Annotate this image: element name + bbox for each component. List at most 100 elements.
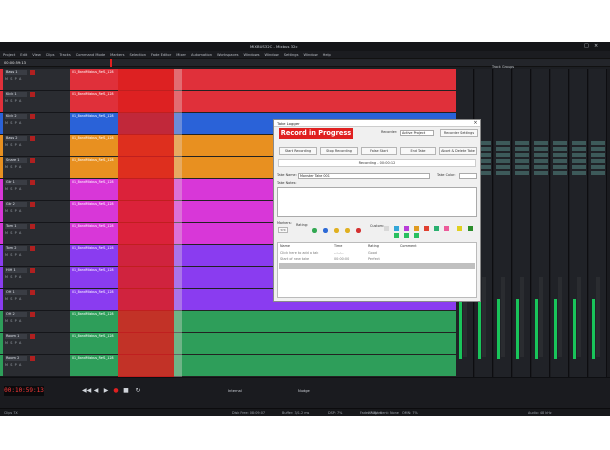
track-name[interactable]: Snare 1 xyxy=(5,158,27,163)
rating-blue-icon[interactable] xyxy=(323,228,328,233)
plugin-slot[interactable] xyxy=(572,171,586,175)
false-start-button[interactable]: False Start xyxy=(361,147,397,155)
track-buttons[interactable]: M S P A xyxy=(5,275,22,279)
mixer-strip[interactable] xyxy=(513,69,531,377)
track-buttons[interactable]: M S P A xyxy=(5,121,22,125)
rating-red-icon[interactable] xyxy=(356,228,361,233)
mixer-strip[interactable] xyxy=(551,69,569,377)
plugin-slot[interactable] xyxy=(496,153,510,157)
stop-icon[interactable]: ■ xyxy=(122,387,130,395)
track-header[interactable]: HiH 1 M S P A xyxy=(0,267,70,289)
plugin-slot[interactable] xyxy=(534,147,548,151)
plugin-slot[interactable] xyxy=(572,165,586,169)
menu-item[interactable]: Project xyxy=(3,51,15,59)
record-arm-button[interactable] xyxy=(30,92,35,97)
plugin-slot[interactable] xyxy=(515,165,529,169)
record-arm-button[interactable] xyxy=(30,180,35,185)
plugin-slot[interactable] xyxy=(534,171,548,175)
timeline-ruler[interactable]: 00:00:59:13 xyxy=(0,59,610,67)
menu-item[interactable]: Tracks xyxy=(59,51,70,59)
plugin-slot[interactable] xyxy=(553,159,567,163)
back-icon[interactable]: ◀ xyxy=(92,387,100,395)
track-name[interactable]: OH 2 xyxy=(5,312,27,317)
track-header[interactable]: Bass 1 M S P A xyxy=(0,69,70,91)
track-buttons[interactable]: M S P A xyxy=(5,165,22,169)
plugin-slot[interactable] xyxy=(553,165,567,169)
track-buttons[interactable]: M S P A xyxy=(5,77,22,81)
track-buttons[interactable]: M S P A xyxy=(5,297,22,301)
track-header[interactable]: Room 2 M S P A xyxy=(0,355,70,377)
track-header[interactable]: Gtr 2 M S P A xyxy=(0,201,70,223)
track-buttons[interactable]: M S P A xyxy=(5,341,22,345)
record-arm-button[interactable] xyxy=(30,70,35,75)
track-name[interactable]: Bass 1 xyxy=(5,70,27,75)
plugin-slot[interactable] xyxy=(496,165,510,169)
plugin-slot[interactable] xyxy=(591,159,605,163)
playhead-marker[interactable] xyxy=(110,59,112,67)
take-notes-input[interactable] xyxy=(277,187,477,217)
plugin-slot[interactable] xyxy=(515,153,529,157)
close-icon[interactable]: × xyxy=(594,42,598,51)
menu-item[interactable]: Command Mode xyxy=(76,51,105,59)
plugin-slot[interactable] xyxy=(572,147,586,151)
nudge-label[interactable]: Nudge xyxy=(298,387,310,395)
track-buttons[interactable]: M S P A xyxy=(5,363,22,367)
track-header[interactable]: Kick 2 M S P A xyxy=(0,113,70,135)
plugin-slot[interactable] xyxy=(591,147,605,151)
take-name-input[interactable]: Monster Take 001 xyxy=(298,173,430,179)
color-swatch-icon[interactable] xyxy=(404,226,409,231)
plugin-slot[interactable] xyxy=(534,141,548,145)
menu-item[interactable]: Clips xyxy=(46,51,55,59)
recorder-select[interactable]: Active Project xyxy=(400,130,434,136)
plugin-slot[interactable] xyxy=(534,159,548,163)
rating-green-icon[interactable] xyxy=(312,228,317,233)
record-arm-button[interactable] xyxy=(30,114,35,119)
loop-icon[interactable]: ↻ xyxy=(134,387,142,395)
record-arm-button[interactable] xyxy=(30,290,35,295)
track-header[interactable]: Room 1 M S P A xyxy=(0,333,70,355)
channel-fader[interactable] xyxy=(501,277,505,357)
plugin-slot[interactable] xyxy=(515,147,529,151)
end-take-button[interactable]: End Take xyxy=(400,147,436,155)
track-name[interactable]: Kick 1 xyxy=(5,92,27,97)
color-swatch-icon[interactable] xyxy=(394,226,399,231)
color-swatch-icon[interactable] xyxy=(414,233,419,238)
track-name[interactable]: Tom 1 xyxy=(5,224,27,229)
channel-fader[interactable] xyxy=(520,277,524,357)
track-header[interactable]: Tom 2 M S P A xyxy=(0,245,70,267)
menu-item[interactable]: Fade Editor xyxy=(151,51,171,59)
menu-item[interactable]: Window xyxy=(265,51,279,59)
track-name[interactable]: Bass 2 xyxy=(5,136,27,141)
track-name[interactable]: Tom 2 xyxy=(5,246,27,251)
track-buttons[interactable]: M S P A xyxy=(5,319,22,323)
color-swatch-icon[interactable] xyxy=(384,226,389,231)
maximize-icon[interactable]: □ xyxy=(584,42,589,51)
mixer-strip[interactable] xyxy=(570,69,588,377)
plugin-slot[interactable] xyxy=(496,171,510,175)
take-color-swatch[interactable] xyxy=(459,173,477,179)
track-buttons[interactable]: M S P A xyxy=(5,187,22,191)
menu-item[interactable]: Mixer xyxy=(176,51,186,59)
channel-fader[interactable] xyxy=(577,277,581,357)
track-header[interactable]: Kick 1 M S P A xyxy=(0,91,70,113)
channel-fader[interactable] xyxy=(482,277,486,357)
close-icon[interactable]: × xyxy=(472,120,479,127)
menu-item[interactable]: Workspaces xyxy=(217,51,239,59)
plugin-slot[interactable] xyxy=(553,141,567,145)
play-icon[interactable]: ▶ xyxy=(102,387,110,395)
menu-item[interactable]: Selection xyxy=(129,51,146,59)
channel-fader[interactable] xyxy=(596,277,600,357)
menu-item[interactable]: Edit xyxy=(20,51,27,59)
color-swatch-icon[interactable] xyxy=(444,226,449,231)
record-arm-button[interactable] xyxy=(30,246,35,251)
plugin-slot[interactable] xyxy=(553,147,567,151)
plugin-slot[interactable] xyxy=(591,165,605,169)
color-swatch-icon[interactable] xyxy=(424,226,429,231)
record-arm-button[interactable] xyxy=(30,268,35,273)
record-arm-button[interactable] xyxy=(30,224,35,229)
record-icon[interactable]: ● xyxy=(112,387,120,395)
plugin-slot[interactable] xyxy=(515,171,529,175)
menu-item[interactable]: Help xyxy=(323,51,331,59)
plugin-slot[interactable] xyxy=(591,171,605,175)
track-header[interactable]: OH 2 M S P A xyxy=(0,311,70,333)
